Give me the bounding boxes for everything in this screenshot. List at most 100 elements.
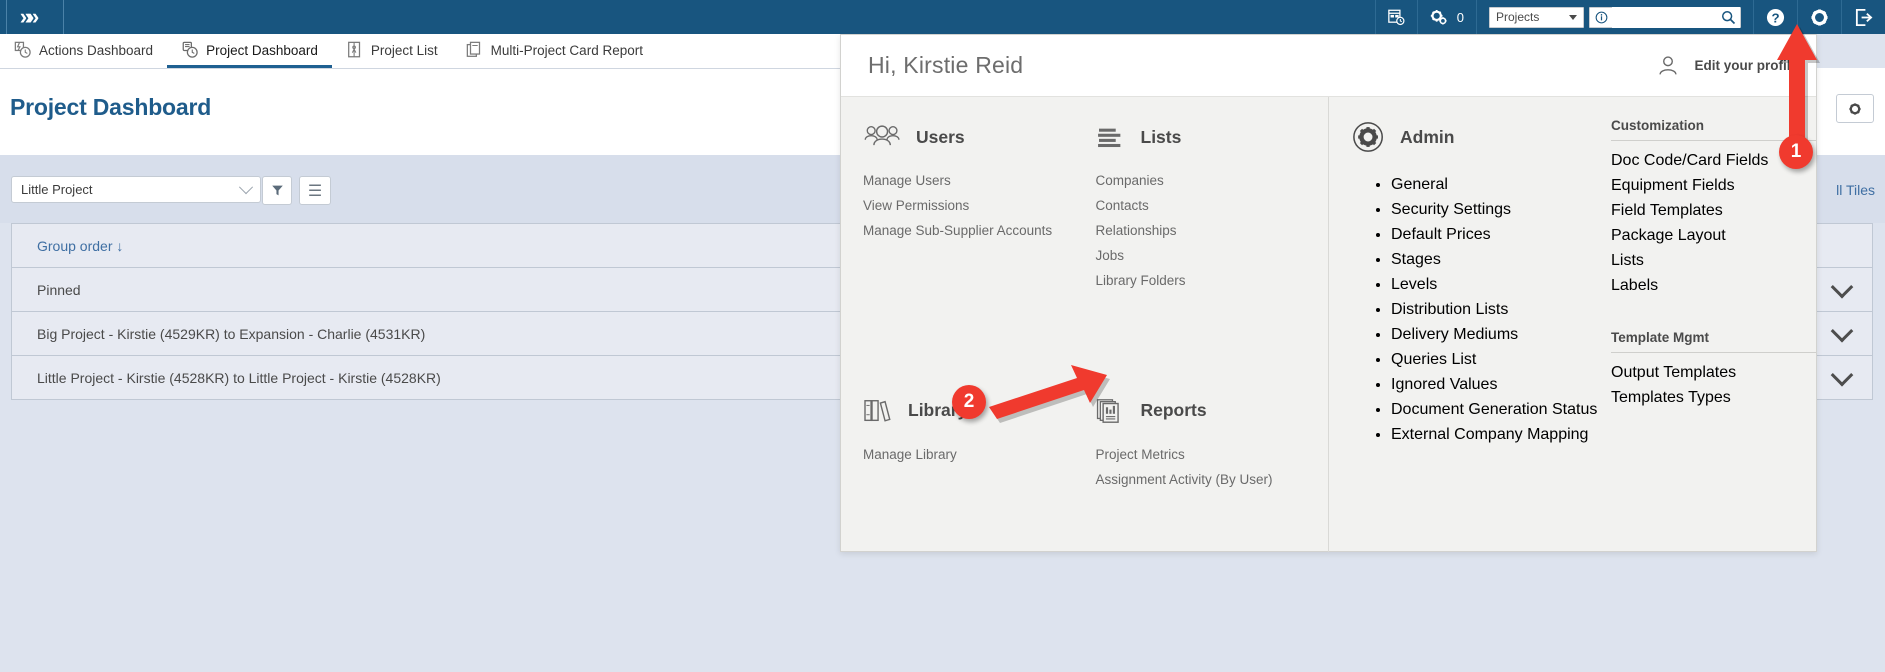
menu-item-distribution-lists[interactable]: Distribution Lists — [1391, 297, 1601, 322]
chevron-down-icon — [1830, 363, 1853, 386]
project-list-icon — [347, 41, 361, 58]
row-expand-button[interactable] — [1810, 312, 1872, 355]
template-mgmt-item-list: Output Templates Templates Types — [1611, 360, 1816, 410]
tab-label: Actions Dashboard — [39, 42, 154, 58]
chevron-down-icon — [1830, 275, 1853, 298]
project-scope-select[interactable]: Projects — [1476, 0, 1753, 34]
global-search[interactable] — [1589, 6, 1741, 28]
page-title: Project Dashboard — [10, 94, 212, 120]
app-logo[interactable]: »» — [6, 0, 64, 34]
logout-button[interactable] — [1841, 0, 1885, 34]
tab-multi-project-card-report[interactable]: Multi-Project Card Report — [452, 35, 657, 68]
menu-item-external-company-mapping[interactable]: External Company Mapping — [1391, 422, 1601, 447]
user-greeting: Hi, Kirstie Reid — [868, 52, 1024, 78]
menu-item-library-folders[interactable]: Library Folders — [1096, 268, 1329, 293]
tab-label: Project Dashboard — [206, 42, 318, 58]
section-header: Lists — [1096, 118, 1329, 156]
section-title: Reports — [1140, 400, 1207, 420]
menu-item-delivery-mediums[interactable]: Delivery Mediums — [1391, 322, 1601, 347]
cogs-icon — [1430, 9, 1447, 24]
menu-item-stages[interactable]: Stages — [1391, 247, 1601, 272]
menu-item-field-templates[interactable]: Field Templates — [1611, 198, 1816, 223]
menu-item-equipment-fields[interactable]: Equipment Fields — [1611, 173, 1816, 198]
multi-project-card-report-icon — [466, 41, 480, 57]
menu-item-queries-list[interactable]: Queries List — [1391, 347, 1601, 372]
menu-item-manage-sub-supplier-accounts[interactable]: Manage Sub-Supplier Accounts — [863, 218, 1096, 243]
project-filter-value: Little Project — [21, 182, 93, 197]
settings-count: 0 — [1456, 9, 1464, 25]
top-navigation-bar: »» 0 Projects ? — [0, 0, 1885, 34]
menu-item-package-layout[interactable]: Package Layout — [1611, 223, 1816, 248]
admin-gear-icon — [1353, 122, 1383, 152]
search-button[interactable] — [1716, 6, 1740, 28]
annotation-badge-2: 2 — [952, 385, 986, 419]
menu-item-default-prices[interactable]: Default Prices — [1391, 222, 1601, 247]
settings-cogs-button[interactable]: 0 — [1416, 0, 1476, 34]
calendar-clock-icon — [1387, 9, 1405, 25]
annotation-badge-1: 1 — [1779, 135, 1813, 169]
hamburger-icon: ☰ — [307, 182, 323, 200]
project-scope-dropdown[interactable]: Projects — [1489, 6, 1584, 28]
section-item-list: Manage Library — [863, 442, 1096, 467]
section-header: Reports — [1096, 392, 1329, 430]
template-mgmt-heading: Template Mgmt — [1611, 330, 1816, 353]
section-item-list: Companies Contacts Relationships Jobs Li… — [1096, 168, 1329, 293]
tab-project-list[interactable]: Project List — [332, 35, 452, 68]
tab-project-dashboard[interactable]: Project Dashboard — [167, 35, 332, 68]
menu-item-contacts[interactable]: Contacts — [1096, 193, 1329, 218]
all-tiles-link[interactable]: ll Tiles — [1836, 182, 1875, 198]
menu-item-lists[interactable]: Lists — [1611, 248, 1816, 273]
tab-label: Multi-Project Card Report — [490, 42, 643, 58]
list-options-button[interactable]: ☰ — [299, 176, 331, 205]
project-filter-dropdown[interactable]: Little Project — [11, 176, 261, 203]
admin-item-list: General Security Settings Default Prices… — [1351, 172, 1601, 447]
menu-item-relationships[interactable]: Relationships — [1096, 218, 1329, 243]
mega-menu-left-columns: Users Manage Users View Permissions Mana… — [841, 97, 1329, 552]
row-expand-button[interactable] — [1810, 356, 1872, 399]
timesheet-icon-button[interactable] — [1374, 0, 1417, 34]
admin-mega-menu: Hi, Kirstie Reid Edit your profile Users… — [840, 34, 1817, 552]
mega-menu-header: Hi, Kirstie Reid Edit your profile — [841, 35, 1816, 97]
assignment-activity-by-user-link[interactable]: Assignment Activity (By User) — [1096, 467, 1329, 492]
logo-frame — [6, 0, 64, 34]
menu-item-document-generation-status[interactable]: Document Generation Status — [1391, 397, 1601, 422]
menu-item-manage-users[interactable]: Manage Users — [863, 168, 1096, 193]
section-header: Users — [863, 118, 1096, 156]
menu-item-view-permissions[interactable]: View Permissions — [863, 193, 1096, 218]
page-settings-button[interactable] — [1836, 94, 1874, 123]
menu-item-companies[interactable]: Companies — [1096, 168, 1329, 193]
section-item-list: Manage Users View Permissions Manage Sub… — [863, 168, 1096, 243]
section-title: Lists — [1140, 126, 1182, 147]
chevrons-logo-icon: »» — [19, 4, 40, 29]
books-icon — [864, 399, 891, 422]
menu-item-ignored-values[interactable]: Ignored Values — [1391, 372, 1601, 397]
menu-item-general[interactable]: General — [1391, 172, 1601, 197]
section-header: Admin — [1351, 118, 1601, 156]
logout-icon — [1855, 8, 1873, 26]
gear-icon — [1849, 102, 1861, 115]
chevron-down-icon — [1569, 14, 1577, 20]
search-input[interactable] — [1612, 6, 1716, 28]
section-customization: Customization Doc Code/Card Fields Equip… — [1601, 118, 1816, 552]
funnel-icon — [271, 185, 283, 196]
info-icon[interactable] — [1595, 11, 1608, 24]
menu-item-project-metrics[interactable]: Project Metrics — [1096, 442, 1329, 467]
section-title: Users — [916, 126, 965, 147]
menu-item-manage-library[interactable]: Manage Library — [863, 442, 1096, 467]
tab-actions-dashboard[interactable]: Actions Dashboard — [0, 35, 167, 68]
mega-menu-right-columns: Admin General Security Settings Default … — [1329, 97, 1816, 552]
row-expand-button[interactable] — [1810, 268, 1872, 311]
menu-item-levels[interactable]: Levels — [1391, 272, 1601, 297]
menu-item-security-settings[interactable]: Security Settings — [1391, 197, 1601, 222]
filter-button[interactable] — [262, 176, 292, 205]
section-item-list: Project Metrics Assignment Activity (By … — [1096, 442, 1329, 492]
actions-dashboard-icon — [14, 41, 31, 58]
menu-item-jobs[interactable]: Jobs — [1096, 243, 1329, 268]
user-avatar-icon — [1659, 55, 1678, 75]
section-title: Admin — [1400, 126, 1455, 147]
menu-item-templates-types[interactable]: Templates Types — [1611, 385, 1816, 410]
menu-item-labels[interactable]: Labels — [1611, 273, 1816, 298]
tab-strip: Actions Dashboard Project Dashboard Proj… — [0, 34, 840, 69]
tab-label: Project List — [370, 42, 438, 58]
menu-item-output-templates[interactable]: Output Templates — [1611, 360, 1816, 385]
